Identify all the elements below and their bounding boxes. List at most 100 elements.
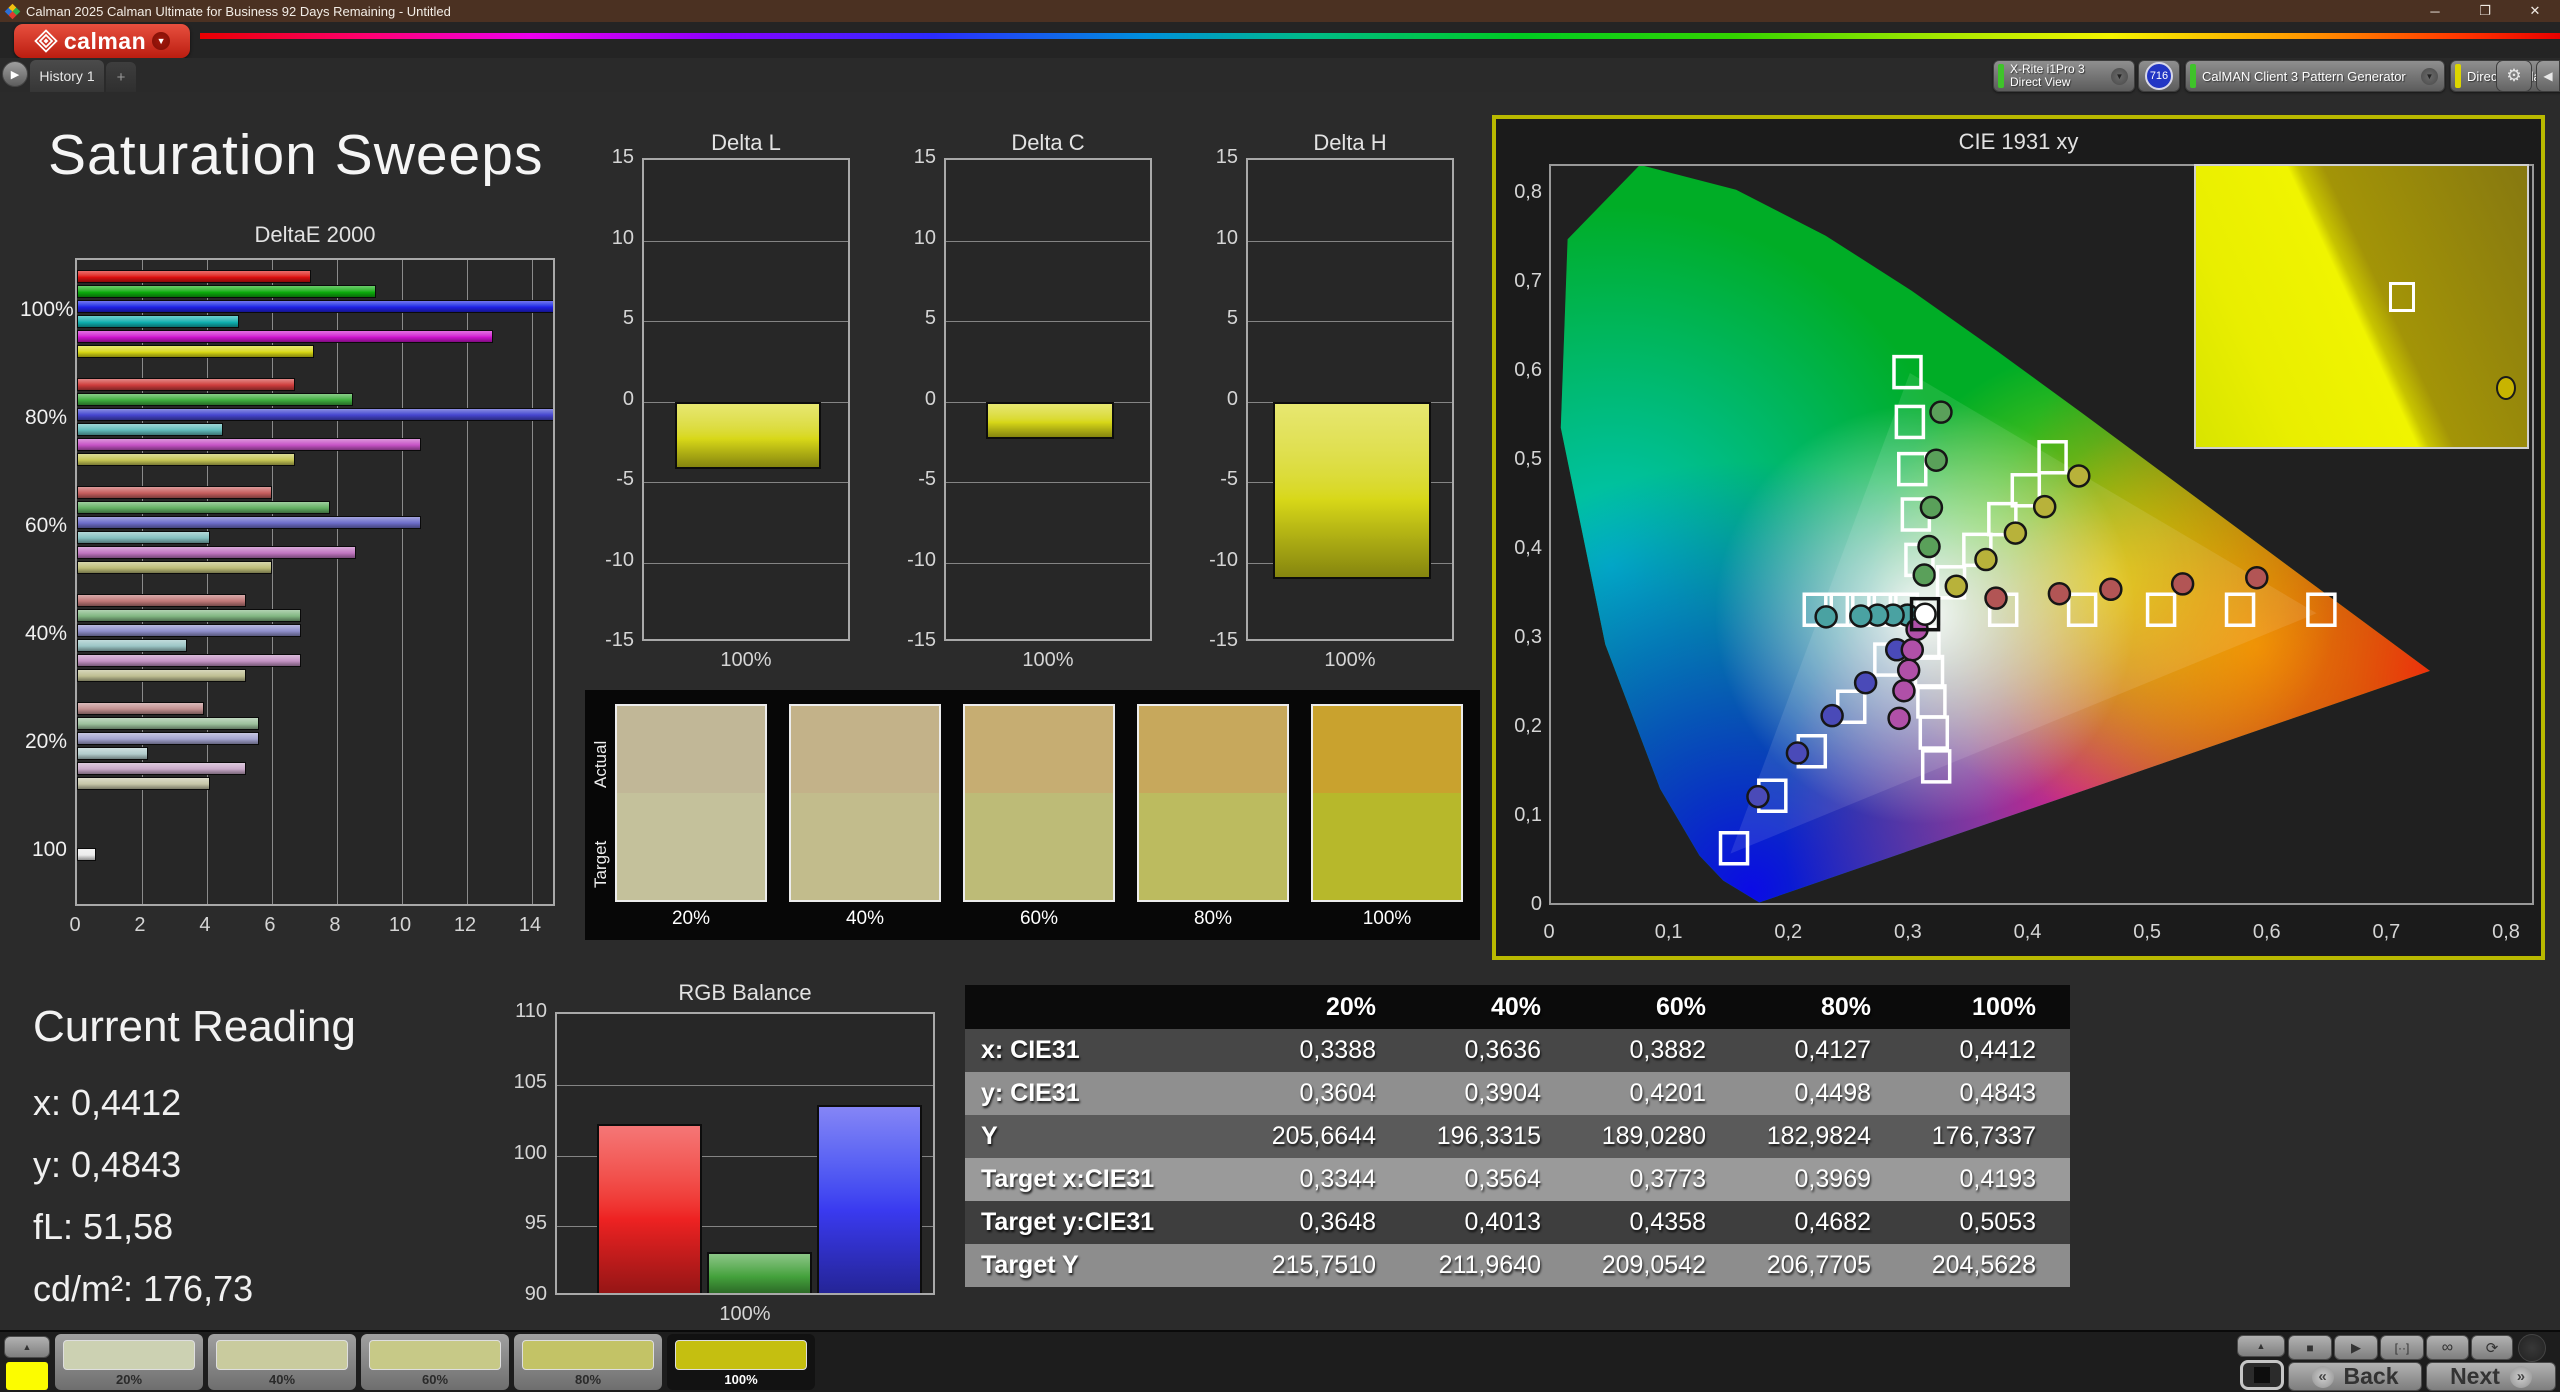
back-button[interactable]: « Back bbox=[2288, 1362, 2422, 1391]
y-tick-label: -10 bbox=[605, 548, 634, 571]
delta_l-title: Delta L bbox=[711, 130, 781, 155]
table-cell: 211,9640 bbox=[1438, 1251, 1541, 1279]
y-tick-label: -10 bbox=[907, 548, 936, 571]
row-label: Y bbox=[981, 1122, 998, 1150]
deltae-bar bbox=[77, 594, 246, 607]
x-tick-label: 4 bbox=[199, 914, 211, 936]
pattern-thumb-label: 100% bbox=[724, 1372, 758, 1387]
cie1931-title: CIE 1931 xy bbox=[1958, 129, 2079, 154]
app-icon bbox=[4, 3, 21, 19]
deltae-bar bbox=[77, 438, 422, 451]
y-tick-label: 10 bbox=[611, 226, 634, 249]
table-cell: 206,7705 bbox=[1766, 1251, 1871, 1279]
play-button[interactable]: ▶ bbox=[2334, 1335, 2378, 1360]
group-label: 100 bbox=[31, 838, 67, 861]
yellow-actual-marker bbox=[1944, 574, 1969, 598]
swatch-40% bbox=[789, 704, 941, 902]
delta_c-bar bbox=[985, 401, 1115, 439]
y-tick-label: 90 bbox=[524, 1283, 547, 1305]
cie-x-tick: 0,2 bbox=[1774, 921, 1803, 943]
calman-menu-button[interactable]: calman ▼ bbox=[14, 24, 190, 58]
table-cell: 0,4013 bbox=[1464, 1208, 1541, 1236]
pattern-thumb-label: 40% bbox=[268, 1372, 296, 1387]
cyan-actual-marker bbox=[1849, 604, 1873, 628]
cie-x-tick: 0,4 bbox=[2013, 921, 2042, 943]
single-measure-icon: [··] bbox=[2394, 1340, 2410, 1355]
green-actual-marker bbox=[1929, 400, 1953, 424]
deltae-bar bbox=[77, 270, 311, 283]
cie-y-tick: 0,2 bbox=[1514, 715, 1542, 737]
expand-pattern-list-button[interactable]: ▲ bbox=[4, 1336, 50, 1358]
target-swatch bbox=[791, 793, 939, 900]
up-arrow-icon: ▲ bbox=[22, 1342, 32, 1352]
red-actual-marker bbox=[2170, 572, 2195, 596]
y-tick-label: -15 bbox=[605, 629, 634, 651]
meter-dropdown[interactable]: X-Rite i1Pro 3 Direct View ▼ bbox=[1993, 60, 2135, 92]
row-label: Target y:CIE31 bbox=[981, 1208, 1155, 1236]
collapse-panel-button[interactable]: ◀ bbox=[2536, 60, 2560, 92]
table-cell: 0,4193 bbox=[1959, 1165, 2036, 1193]
cie-y-tick: 0,3 bbox=[1514, 626, 1542, 648]
row-label: Target Y bbox=[981, 1251, 1079, 1279]
tab-nav-button[interactable]: ▶ bbox=[2, 61, 28, 87]
swatch-label: 20% bbox=[671, 908, 711, 929]
green-actual-marker bbox=[1917, 534, 1941, 559]
current-reading-fl: fL: 51,58 bbox=[33, 1206, 174, 1247]
next-button[interactable]: Next » bbox=[2426, 1362, 2556, 1391]
pattern-thumb-100%[interactable]: 100% bbox=[667, 1334, 815, 1390]
delta_c-plot bbox=[944, 158, 1152, 641]
table-cell: 0,3388 bbox=[1299, 1036, 1376, 1064]
table-header-row: 20% 40% 60% 80% 100% bbox=[965, 985, 2070, 1029]
pattern-thumb-40%[interactable]: 40% bbox=[208, 1334, 356, 1390]
table-header-cell: 100% bbox=[1972, 992, 2036, 1021]
pattern-thumb-label: 60% bbox=[421, 1372, 449, 1387]
deltae-bar bbox=[77, 654, 302, 667]
close-button[interactable]: ✕ bbox=[2510, 0, 2560, 22]
stop-toggle-button[interactable] bbox=[2240, 1360, 2284, 1390]
meter-badge-button[interactable]: 716 bbox=[2138, 60, 2180, 92]
row-label: y: CIE31 bbox=[981, 1079, 1080, 1107]
yellow-actual-marker bbox=[2003, 521, 2028, 545]
table-cell: 189,0280 bbox=[1601, 1122, 1706, 1150]
cie-x-tick: 0 bbox=[1543, 921, 1555, 943]
white-point-marker bbox=[1913, 602, 1937, 626]
y-tick-label: 110 bbox=[515, 1000, 547, 1022]
deltae-bar bbox=[77, 561, 272, 574]
continuous-measure-button[interactable]: ∞ bbox=[2426, 1335, 2469, 1360]
cie-y-tick: 0,7 bbox=[1514, 270, 1542, 292]
yellow-actual-marker bbox=[1974, 547, 1998, 572]
deltae2000-title: DeltaE 2000 bbox=[254, 222, 376, 247]
refresh-button[interactable]: ⟳ bbox=[2471, 1335, 2513, 1360]
refresh-icon: ⟳ bbox=[2485, 1339, 2499, 1357]
cie-y-tick: 0,1 bbox=[1514, 804, 1542, 826]
pattern-thumb-20%[interactable]: 20% bbox=[55, 1334, 203, 1390]
table-cell: 0,4201 bbox=[1629, 1079, 1706, 1107]
y-tick-label: 100 bbox=[513, 1141, 547, 1164]
target-swatch bbox=[617, 793, 765, 900]
pattern-thumb-60%[interactable]: 60% bbox=[361, 1334, 509, 1390]
tab-history-1[interactable]: History 1 bbox=[30, 60, 104, 92]
table-header-cell: 40% bbox=[1490, 992, 1541, 1021]
gear-icon: ⚙ bbox=[2506, 66, 2522, 85]
cie-x-tick: 0,5 bbox=[2133, 921, 2162, 943]
single-measure-button[interactable]: [··] bbox=[2380, 1335, 2424, 1360]
expand-transport-button[interactable]: ▲ bbox=[2237, 1335, 2285, 1357]
stop-button[interactable]: ■ bbox=[2288, 1335, 2332, 1360]
x-tick-label: 14 bbox=[518, 914, 542, 936]
deltae2000-chart: DeltaE 2000 0 2 4 6 8 10 12 14 100% 80% 60% 40% 20% 10… bbox=[20, 222, 565, 942]
table-cell: 0,4412 bbox=[1959, 1036, 2036, 1064]
minimize-button[interactable]: ─ bbox=[2410, 0, 2460, 22]
calman-diamond-icon bbox=[34, 29, 58, 53]
deltae2000-plot bbox=[75, 258, 555, 906]
calman-menu-dropdown-icon[interactable]: ▼ bbox=[152, 32, 171, 50]
source-dropdown[interactable]: CalMAN Client 3 Pattern Generator ▼ bbox=[2185, 60, 2445, 92]
pattern-thumb-80%[interactable]: 80% bbox=[514, 1334, 662, 1390]
y-tick-label: -5 bbox=[616, 468, 634, 490]
maximize-button[interactable]: ❐ bbox=[2460, 0, 2510, 22]
deltae-bar bbox=[77, 847, 97, 861]
green-actual-marker bbox=[1912, 563, 1936, 587]
cie-y-tick: 0,4 bbox=[1514, 537, 1542, 559]
add-tab-button[interactable]: + bbox=[106, 62, 136, 92]
table-cell: 0,3564 bbox=[1464, 1165, 1541, 1193]
settings-button[interactable]: ⚙ bbox=[2496, 60, 2532, 92]
